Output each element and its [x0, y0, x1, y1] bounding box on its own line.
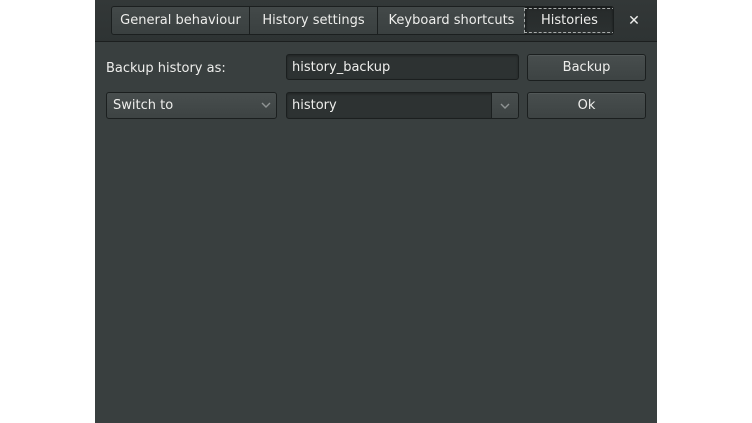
backup-name-value: history_backup: [292, 59, 391, 75]
history-select-value: history: [292, 98, 337, 113]
tab-label: Keyboard shortcuts: [388, 13, 515, 28]
history-select[interactable]: history: [286, 92, 519, 119]
action-select[interactable]: Switch to: [106, 92, 277, 119]
ok-button-label: Ok: [577, 98, 596, 113]
backup-button-label: Backup: [562, 60, 611, 75]
tab-bar: General behaviour History settings Keybo…: [111, 6, 614, 35]
tab-label: Histories: [524, 8, 613, 33]
ok-button[interactable]: Ok: [527, 92, 646, 119]
history-dropdown-button[interactable]: [491, 93, 518, 118]
chevron-down-icon: [261, 102, 271, 108]
close-button[interactable]: ✕: [621, 8, 647, 34]
action-select-value: Switch to: [113, 98, 174, 113]
backup-name-input[interactable]: history_backup: [286, 54, 519, 80]
tab-histories[interactable]: Histories: [524, 7, 613, 34]
preferences-window: General behaviour History settings Keybo…: [95, 0, 657, 423]
header-bar: General behaviour History settings Keybo…: [95, 0, 657, 42]
tab-general-behaviour[interactable]: General behaviour: [112, 7, 250, 34]
tab-label: History settings: [262, 13, 365, 28]
tab-keyboard-shortcuts[interactable]: Keyboard shortcuts: [378, 7, 526, 34]
histories-panel: Backup history as: history_backup Backup…: [95, 42, 657, 423]
tab-history-settings[interactable]: History settings: [250, 7, 378, 34]
chevron-down-icon: [500, 103, 510, 109]
close-icon: ✕: [628, 13, 640, 29]
backup-history-label: Backup history as:: [106, 61, 226, 76]
tab-label: General behaviour: [120, 13, 241, 28]
backup-button[interactable]: Backup: [527, 54, 646, 81]
